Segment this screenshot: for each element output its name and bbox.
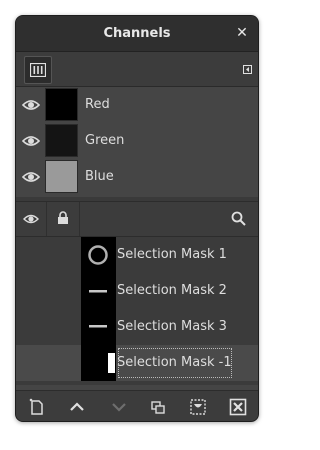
ring-thumbnail-icon: [88, 245, 108, 265]
delete-icon[interactable]: [229, 398, 247, 416]
mask-label: Selection Mask 1: [117, 247, 227, 262]
eye-icon[interactable]: [22, 133, 40, 149]
duplicate-icon[interactable]: [149, 398, 167, 416]
mask-row-selected[interactable]: Selection Mask -1: [16, 345, 258, 381]
channel-thumbnail: [45, 160, 78, 193]
channel-label: Green: [85, 133, 125, 148]
mask-label: Selection Mask -1: [117, 347, 233, 379]
mask-list-header: [16, 201, 258, 237]
lock-icon: [58, 211, 68, 224]
channel-label: Blue: [85, 169, 114, 184]
channels-tab-icon: [30, 63, 46, 77]
raise-icon[interactable]: [68, 398, 86, 416]
dialog-title: Channels: [103, 26, 171, 41]
channel-row-green[interactable]: Green: [16, 123, 258, 159]
to-selection-icon[interactable]: [189, 398, 207, 416]
header-lock-cell[interactable]: [47, 202, 80, 236]
mask-row[interactable]: Selection Mask 1: [16, 237, 258, 273]
line-thumbnail-icon: [89, 325, 107, 328]
lower-icon[interactable]: [110, 398, 128, 416]
mask-label: Selection Mask 3: [117, 319, 227, 334]
titlebar[interactable]: Channels ✕: [16, 16, 258, 52]
channel-list: Red Green Blue: [16, 87, 258, 196]
mask-thumbnail: [81, 309, 116, 345]
mask-row[interactable]: Selection Mask 3: [16, 309, 258, 345]
bar-thumbnail-icon: [108, 353, 115, 373]
mask-thumbnail: [81, 345, 116, 381]
mask-label: Selection Mask 2: [117, 283, 227, 298]
channels-dialog: Channels ✕ Red Green Blue Selection Mask…: [15, 15, 259, 422]
eye-icon: [23, 214, 39, 224]
line-thumbnail-icon: [89, 290, 107, 293]
mask-thumbnail: [81, 273, 116, 309]
eye-icon[interactable]: [22, 169, 40, 185]
close-button[interactable]: ✕: [234, 25, 250, 41]
channel-thumbnail: [45, 124, 78, 157]
eye-icon[interactable]: [22, 97, 40, 113]
channel-thumbnail: [45, 88, 78, 121]
selection-mask-list: Selection Mask 1 Selection Mask 2 Select…: [16, 237, 258, 385]
header-visibility-cell[interactable]: [16, 202, 47, 236]
new-channel-icon[interactable]: [28, 398, 46, 416]
channel-row-red[interactable]: Red: [16, 87, 258, 123]
mask-row[interactable]: Selection Mask 2: [16, 273, 258, 309]
mask-thumbnail: [81, 237, 116, 273]
channel-row-blue[interactable]: Blue: [16, 159, 258, 195]
tab-channels[interactable]: [24, 56, 52, 84]
bottom-toolbar: [16, 390, 258, 421]
tab-menu-icon[interactable]: [243, 65, 252, 74]
channel-label: Red: [85, 97, 110, 112]
search-icon[interactable]: [231, 211, 246, 226]
tab-bar: [16, 52, 258, 87]
